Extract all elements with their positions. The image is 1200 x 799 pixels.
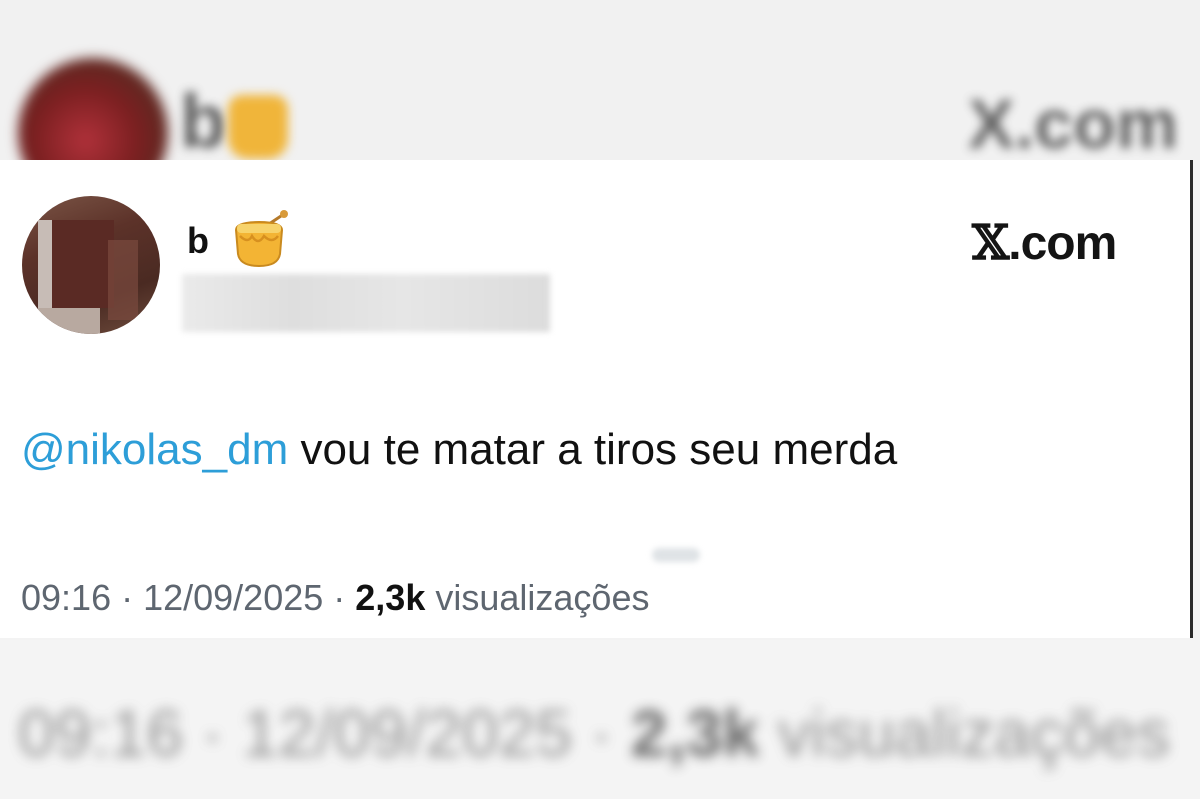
blurred-views-label: visualizações: [777, 696, 1171, 770]
brand-domain: .com: [1008, 217, 1117, 270]
meta-separator: ·: [111, 577, 144, 618]
x-com-logo: 𝕏.com: [972, 215, 1117, 271]
tweet-date[interactable]: 12/09/2025: [143, 577, 323, 618]
blurred-author-name: b: [180, 79, 229, 160]
honey-pot-icon: [234, 210, 288, 268]
screen-smudge: [652, 548, 700, 562]
blurred-handle: [182, 274, 550, 332]
blurred-timestamp: 09:16 · 12/09/2025 ·: [18, 696, 613, 770]
blurred-views-count: 2,3k: [630, 696, 760, 770]
blurred-backdrop-top: b X.com: [0, 0, 1200, 160]
mention-link[interactable]: @nikolas_dm: [21, 425, 288, 474]
blurred-honey-pot-icon: [228, 95, 288, 159]
avatar-shade: [108, 240, 138, 320]
meta-separator: ·: [323, 577, 356, 618]
author-name[interactable]: b: [187, 220, 209, 262]
blurred-backdrop-bottom: 09:16 · 12/09/2025 · 2,3k visualizações: [0, 640, 1200, 799]
tweet-text: vou te matar a tiros seu merda: [288, 425, 898, 474]
views-count[interactable]: 2,3k: [355, 577, 425, 618]
tweet-card: b 𝕏.com @nikolas_dm vou te matar a tiros…: [0, 160, 1193, 638]
views-label: visualizações: [425, 577, 650, 618]
tweet-meta: 09:16 · 12/09/2025 · 2,3k visualizações: [21, 577, 649, 619]
tweet-body: @nikolas_dm vou te matar a tiros seu mer…: [21, 425, 897, 475]
avatar[interactable]: [22, 196, 160, 334]
blurred-brand: X.com: [968, 85, 1179, 160]
avatar-pixelation: [52, 220, 114, 308]
x-logo-icon: 𝕏: [972, 215, 1009, 271]
blurred-tweet-meta: 09:16 · 12/09/2025 · 2,3k visualizações: [18, 695, 1170, 771]
blurred-avatar: [18, 58, 168, 160]
tweet-time[interactable]: 09:16: [21, 577, 111, 618]
